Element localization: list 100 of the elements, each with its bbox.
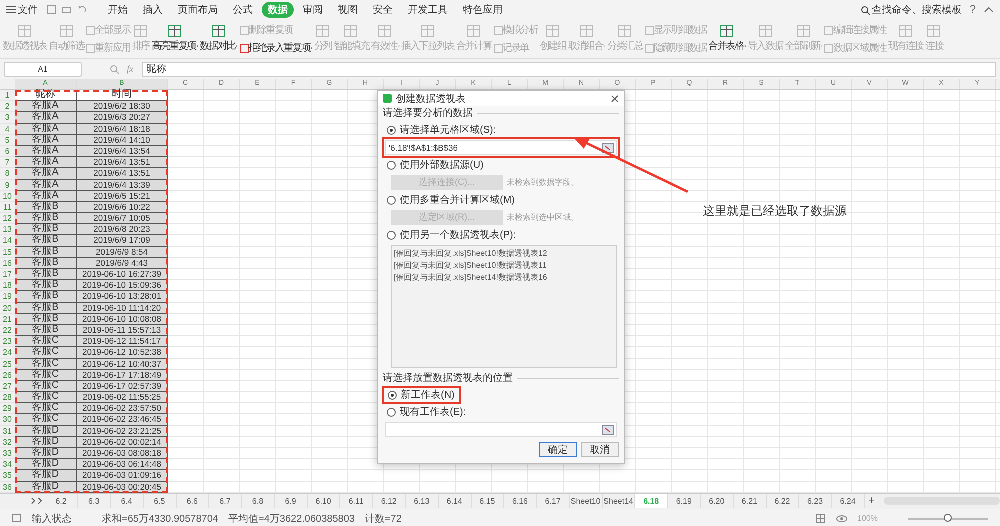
sheet-tab[interactable]: 6.21 [734, 494, 767, 508]
ribbon-tab[interactable]: 特色应用 [457, 2, 509, 18]
row-header[interactable]: 26 [0, 370, 15, 381]
undo-icon[interactable] [77, 5, 87, 15]
row-header[interactable]: 28 [0, 392, 15, 404]
sheet-tab[interactable]: 6.23 [799, 494, 832, 508]
print-icon[interactable] [62, 5, 72, 15]
ribbon-button[interactable]: 数据对比· [199, 25, 239, 53]
row-header[interactable]: 31 [0, 426, 15, 437]
radio-option[interactable]: 请选择单元格区域(S): [383, 123, 619, 137]
zoom-icon[interactable] [110, 64, 119, 74]
ribbon-tab[interactable]: 插入 [137, 2, 169, 18]
row-header[interactable]: 29 [0, 403, 15, 414]
row-header[interactable]: 36 [0, 482, 15, 493]
sheet-tab[interactable]: 6.17 [537, 494, 570, 508]
dialog-button[interactable]: 确定 [539, 442, 577, 457]
row-header[interactable]: 14 [0, 235, 15, 247]
sheet-tab[interactable]: 6.18 [635, 494, 668, 508]
close-icon[interactable] [611, 94, 619, 102]
ribbon-tab[interactable]: 开始 [102, 2, 134, 18]
collapse-range-icon[interactable] [602, 424, 614, 434]
row-header[interactable]: 8 [0, 168, 15, 180]
sheet-tab[interactable]: 6.2 [45, 494, 78, 508]
row-header[interactable]: 27 [0, 380, 15, 392]
radio-option[interactable]: 使用另一个数据透视表(P): [383, 228, 619, 242]
eye-icon[interactable] [836, 514, 848, 524]
row-header[interactable]: 23 [0, 336, 15, 348]
sheet-tab[interactable]: 6.7 [209, 494, 242, 508]
sheet-tab[interactable]: 6.12 [373, 494, 406, 508]
row-header[interactable]: 24 [0, 347, 15, 358]
sheet-tab[interactable]: 6.20 [701, 494, 734, 508]
sheet-tab[interactable]: 6.5 [144, 494, 177, 508]
ribbon-tab[interactable]: 开发工具 [402, 2, 454, 18]
file-menu[interactable]: 文件 [6, 3, 38, 17]
sheet-tab[interactable]: 6.4 [110, 494, 144, 508]
radio-option[interactable]: 使用多重合并计算区域(M) [383, 193, 619, 207]
command-search[interactable]: 查找命令、搜索模板 [860, 3, 962, 17]
row-header[interactable]: 1 [0, 90, 15, 102]
row-header[interactable]: 9 [0, 180, 15, 191]
row-header[interactable]: 33 [0, 448, 15, 460]
collapse-icon[interactable] [984, 6, 994, 14]
collapse-range-icon[interactable] [602, 142, 614, 152]
sheet-tab[interactable]: 6.8 [242, 494, 275, 508]
zoom-slider-thumb[interactable] [944, 514, 952, 522]
formula-field[interactable]: 昵称 [142, 62, 996, 76]
row-header[interactable]: 5 [0, 134, 15, 146]
sheet-tab[interactable]: 6.15 [472, 494, 504, 508]
sheet-tab[interactable]: 6.13 [406, 494, 439, 508]
range-field[interactable]: '6.18'!$A$1:$B$36 [385, 140, 617, 155]
radio-option[interactable]: 现有工作表(E): [383, 405, 619, 419]
row-header[interactable]: 12 [0, 213, 15, 224]
row-header[interactable]: 30 [0, 414, 15, 426]
help-button[interactable]: ? [970, 4, 976, 16]
row-header[interactable]: 21 [0, 314, 15, 325]
sheet-tab[interactable]: 6.6 [176, 494, 210, 508]
radio-option[interactable]: 新工作表(N) [384, 388, 459, 402]
row-header[interactable]: 10 [0, 190, 15, 202]
save-icon[interactable] [47, 5, 57, 15]
dialog-button[interactable]: 取消 [581, 442, 619, 457]
sheet-tab[interactable]: 6.19 [668, 494, 702, 508]
row-header[interactable]: 35 [0, 470, 15, 482]
list-item[interactable]: [催回复与未回复.xls]Sheet10!数据透视表11 [394, 260, 614, 272]
row-header[interactable]: 2 [0, 101, 15, 112]
row-header[interactable]: 6 [0, 146, 15, 158]
ribbon-tab[interactable]: 审阅 [297, 2, 329, 18]
row-header[interactable]: 3 [0, 112, 15, 124]
row-header[interactable]: 25 [0, 358, 15, 370]
add-sheet-button[interactable]: + [864, 495, 878, 508]
function-label[interactable]: fx [127, 64, 134, 74]
row-header[interactable]: 7 [0, 157, 15, 168]
sheet-tab[interactable]: 6.3 [78, 494, 111, 508]
ribbon-tab[interactable]: 安全 [367, 2, 399, 18]
sheet-tab[interactable]: 6.11 [340, 494, 374, 508]
sheet-tab[interactable]: 6.10 [308, 494, 340, 508]
row-header[interactable]: 22 [0, 324, 15, 336]
ribbon-button[interactable]: 高亮重复项· [151, 25, 200, 53]
row-header[interactable]: 34 [0, 459, 15, 470]
name-box[interactable]: A1 [4, 62, 82, 76]
row-header[interactable]: 19 [0, 291, 15, 303]
grid-view-icon[interactable] [816, 514, 826, 524]
sheet-tab[interactable]: 6.9 [274, 494, 308, 508]
ribbon-tab[interactable]: 数据 [262, 2, 294, 18]
row-header[interactable]: 17 [0, 269, 15, 280]
sheet-tab[interactable]: 6.14 [438, 494, 472, 508]
sheet-tab[interactable]: 6.24 [832, 494, 865, 508]
row-header[interactable]: 15 [0, 246, 15, 258]
range-field[interactable] [385, 422, 617, 437]
row-header[interactable]: 18 [0, 280, 15, 292]
ribbon-tab[interactable]: 公式 [227, 2, 259, 18]
sheet-tab[interactable]: Sheet10 [570, 494, 603, 508]
radio-option[interactable]: 使用外部数据源(U) [383, 158, 619, 172]
list-item[interactable]: [催回复与未回复.xls]Sheet10!数据透视表12 [394, 248, 614, 260]
row-header[interactable]: 16 [0, 258, 15, 269]
row-header[interactable]: 32 [0, 436, 15, 448]
row-header[interactable]: 11 [0, 202, 15, 214]
sheet-tab[interactable]: 6.22 [766, 494, 800, 508]
ribbon-button[interactable]: 合并表格· [708, 25, 747, 53]
sheet-tab[interactable]: 6.16 [504, 494, 538, 508]
row-header[interactable]: 13 [0, 224, 15, 236]
row-header[interactable]: 20 [0, 302, 15, 314]
